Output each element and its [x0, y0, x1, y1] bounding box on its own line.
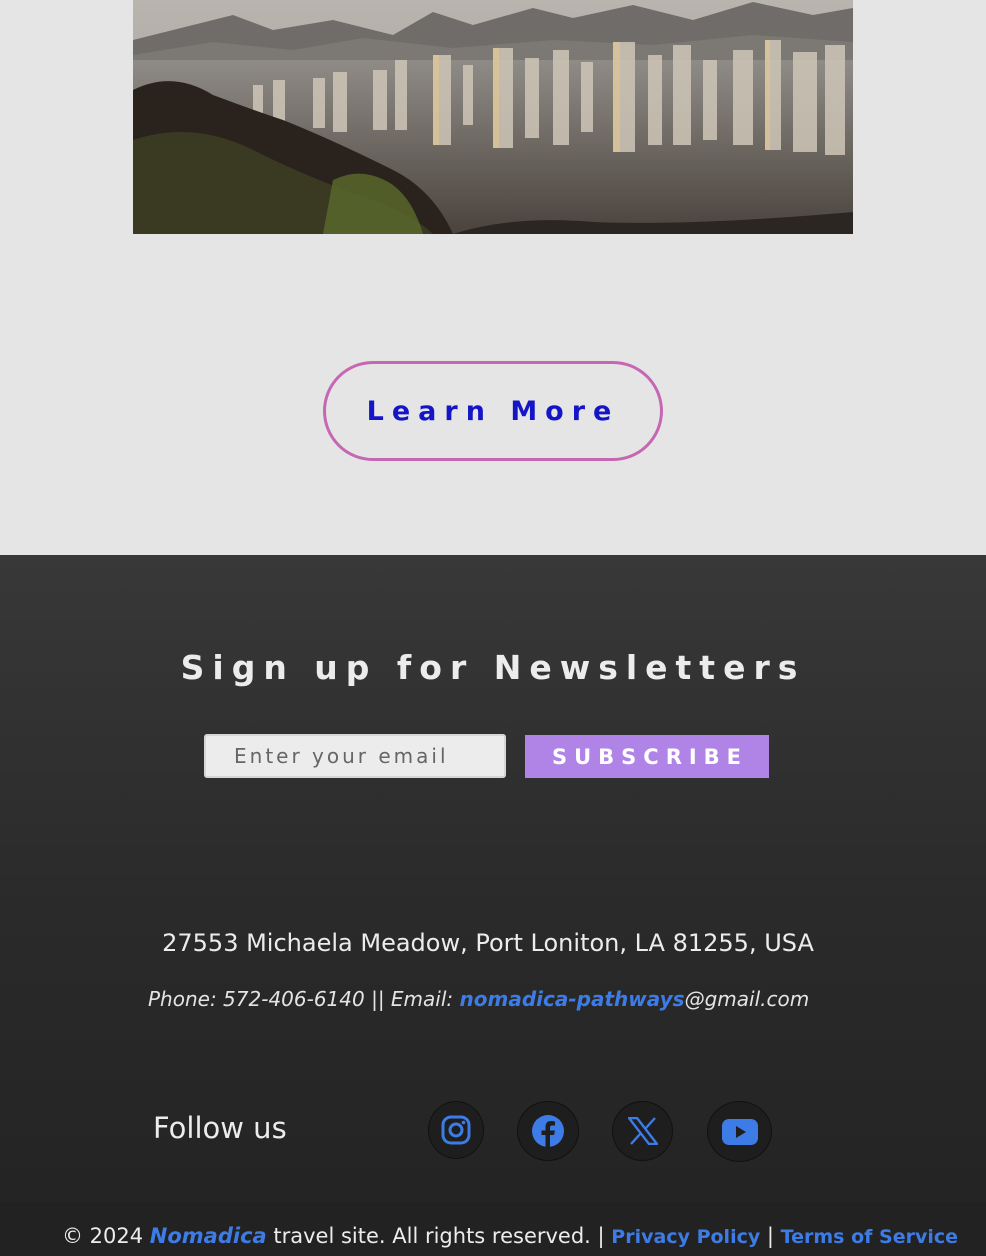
email-user: nomadica-pathways	[459, 987, 685, 1011]
footer: Sign up for Newsletters SUBSCRIBE 27553 …	[0, 555, 986, 1202]
hero-image	[133, 0, 853, 234]
city-skyline-image	[133, 0, 853, 234]
copyright-bar: © 2024 Nomadica travel site. All rights …	[0, 1202, 986, 1256]
phone-text: Phone: 572-406-6140 || Email:	[148, 987, 460, 1011]
copyright-middle: travel site. All rights reserved. |	[266, 1224, 612, 1248]
privacy-policy-link[interactable]: Privacy Policy	[611, 1226, 760, 1248]
instagram-link[interactable]	[428, 1101, 484, 1159]
instagram-icon	[441, 1115, 471, 1145]
learn-more-button[interactable]: Learn More	[323, 361, 663, 461]
subscribe-button[interactable]: SUBSCRIBE	[525, 735, 769, 778]
address: 27553 Michaela Meadow, Port Loniton, LA …	[162, 929, 814, 957]
youtube-icon	[721, 1118, 758, 1145]
youtube-link[interactable]	[707, 1101, 772, 1162]
email-domain: @gmail.com	[684, 987, 810, 1011]
x-icon	[627, 1117, 658, 1145]
legal-separator: |	[760, 1224, 781, 1248]
facebook-icon	[532, 1115, 564, 1148]
email-input[interactable]	[204, 734, 506, 778]
follow-us-label: Follow us	[153, 1111, 287, 1145]
terms-of-service-link[interactable]: Terms of Service	[781, 1226, 958, 1248]
x-link[interactable]	[612, 1101, 673, 1161]
facebook-link[interactable]	[517, 1101, 579, 1161]
copyright-text: © 2024 Nomadica travel site. All rights …	[62, 1224, 958, 1248]
contact-line: Phone: 572-406-6140 || Email: nomadica-p…	[148, 987, 809, 1011]
copyright-prefix: © 2024	[62, 1224, 150, 1248]
newsletter-title: Sign up for Newsletters	[180, 648, 806, 687]
brand-name: Nomadica	[149, 1224, 267, 1248]
email-link[interactable]: nomadica-pathways	[460, 987, 685, 1011]
